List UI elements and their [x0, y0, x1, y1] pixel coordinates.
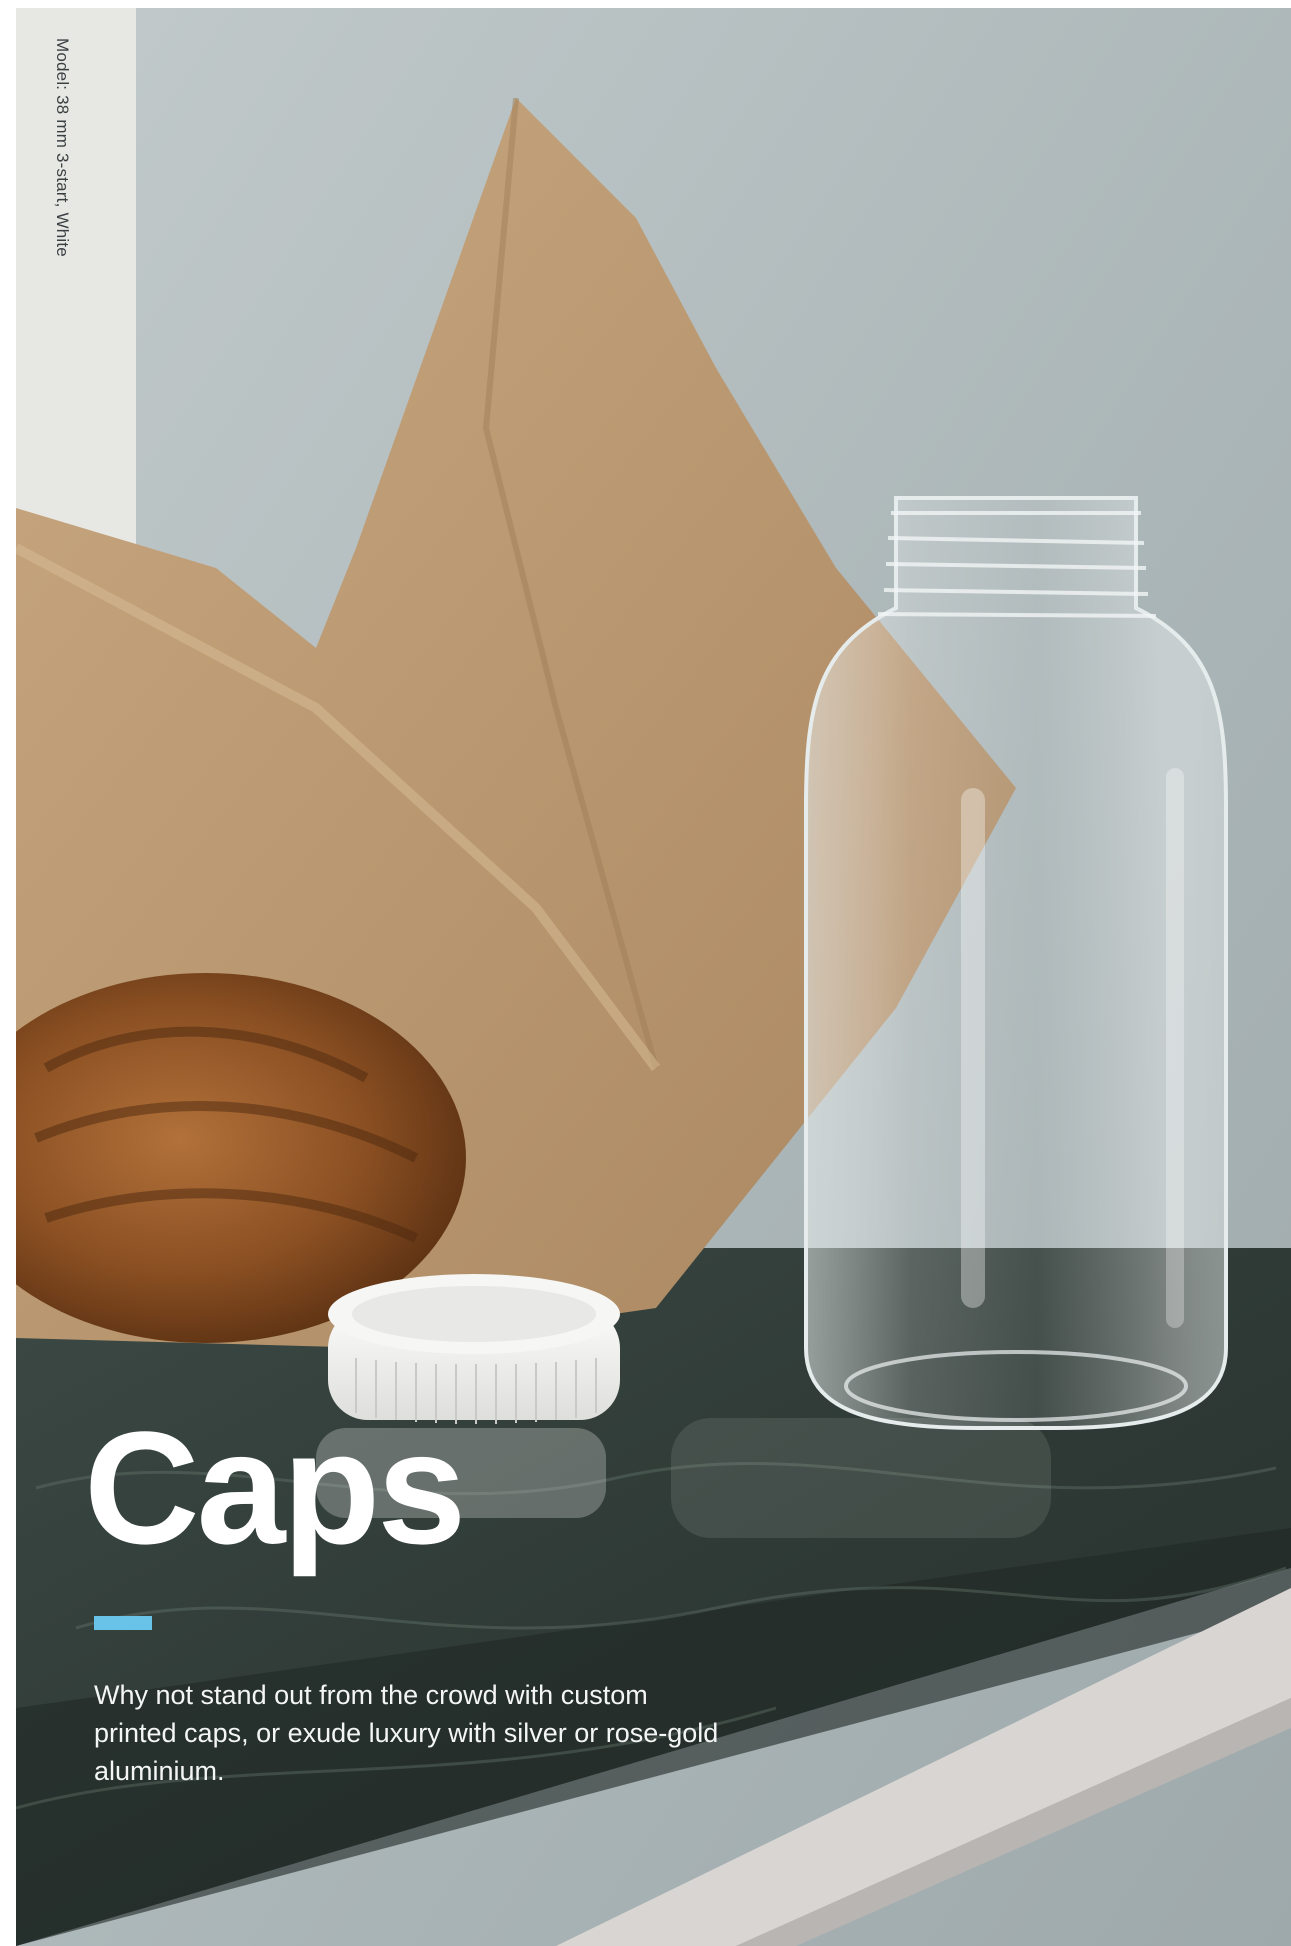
glass-bottle	[804, 496, 1228, 1430]
product-photo	[16, 8, 1291, 1946]
body-text: Why not stand out from the crowd with cu…	[94, 1680, 719, 1786]
photo-frame: Model: 38 mm 3-start, White Caps Why not…	[16, 8, 1291, 1946]
page-title: Caps	[84, 1398, 466, 1577]
model-caption: Model: 38 mm 3-start, White	[53, 38, 72, 257]
accent-bar	[94, 1616, 152, 1630]
